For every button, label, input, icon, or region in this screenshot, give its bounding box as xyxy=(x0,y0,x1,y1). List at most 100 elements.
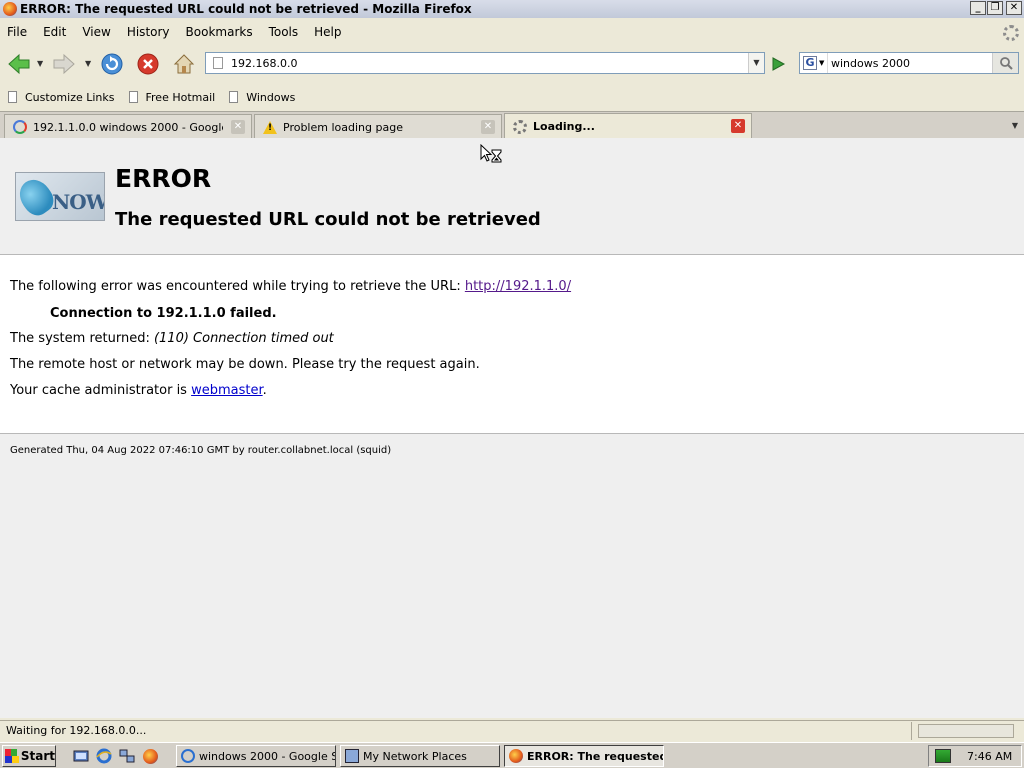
task-label: ERROR: The requested... xyxy=(527,749,663,763)
tab-label: 192.1.1.0.0 windows 2000 - Google S... xyxy=(33,120,223,134)
menu-tools[interactable]: Tools xyxy=(261,25,307,39)
bookmark-label: Free Hotmail xyxy=(145,90,216,104)
minimize-button[interactable]: _ xyxy=(970,1,986,15)
clock[interactable]: 7:46 AM xyxy=(967,750,1012,763)
bookmark-free-hotmail[interactable]: Free Hotmail xyxy=(128,90,216,104)
go-arrow-icon xyxy=(772,57,786,71)
cache-admin-line: Your cache administrator is webmaster. xyxy=(10,383,267,398)
window-titlebar[interactable]: ERROR: The requested URL could not be re… xyxy=(0,0,1024,18)
bookmark-customize-links[interactable]: Customize Links xyxy=(8,91,115,104)
stop-icon xyxy=(137,53,159,75)
warning-icon xyxy=(263,120,277,134)
back-arrow-icon xyxy=(8,53,30,75)
page-icon xyxy=(229,91,239,103)
home-icon xyxy=(173,54,195,74)
task-my-network-places[interactable]: My Network Places xyxy=(340,745,500,767)
menu-bookmarks[interactable]: Bookmarks xyxy=(178,25,261,39)
bookmark-windows[interactable]: Windows xyxy=(229,91,295,104)
stop-button[interactable] xyxy=(135,51,161,77)
menu-view[interactable]: View xyxy=(74,25,118,39)
task-label: My Network Places xyxy=(363,749,467,763)
page-icon xyxy=(8,91,17,103)
menu-history[interactable]: History xyxy=(119,25,178,39)
error-title: ERROR xyxy=(115,164,212,193)
navigation-toolbar: ▼ ▼ ▼ G ▼ xyxy=(0,45,1024,83)
error-header: NOW ERROR The requested URL could not be… xyxy=(0,138,1024,255)
magnifier-icon xyxy=(999,57,1013,70)
tab-problem-loading[interactable]: Problem loading page ✕ xyxy=(254,114,502,139)
forward-button[interactable] xyxy=(51,51,77,77)
system-returned-line: The system returned: (110) Connection ti… xyxy=(10,331,334,346)
generated-timestamp: Generated Thu, 04 Aug 2022 07:46:10 GMT … xyxy=(10,445,392,456)
search-button[interactable] xyxy=(992,53,1018,73)
network-connections-icon[interactable] xyxy=(118,747,136,765)
status-bar: Waiting for 192.168.0.0... xyxy=(0,720,1024,740)
forward-arrow-icon xyxy=(53,53,75,75)
tab-label: Loading... xyxy=(533,120,595,133)
menu-help[interactable]: Help xyxy=(306,25,349,39)
menu-bar: File Edit View History Bookmarks Tools H… xyxy=(0,22,1024,42)
search-input[interactable] xyxy=(828,56,988,70)
google-favicon-icon xyxy=(13,120,27,134)
google-engine-icon: G xyxy=(803,56,817,70)
back-button[interactable] xyxy=(6,51,32,77)
tab-google-search[interactable]: 192.1.1.0.0 windows 2000 - Google S... ✕ xyxy=(4,114,252,139)
search-engine-selector[interactable]: G ▼ xyxy=(800,53,828,73)
page-icon xyxy=(128,91,138,103)
squid-logo: NOW xyxy=(15,172,105,221)
forward-history-dropdown[interactable]: ▼ xyxy=(85,59,91,68)
page-icon xyxy=(213,57,223,69)
error-footer: Generated Thu, 04 Aug 2022 07:46:10 GMT … xyxy=(0,434,1024,718)
error-subtitle: The requested URL could not be retrieved xyxy=(115,209,541,230)
start-button[interactable]: Start xyxy=(2,745,56,767)
system-tray: 7:46 AM xyxy=(928,745,1022,767)
progress-meter xyxy=(918,723,1014,738)
restore-button[interactable]: ❐ xyxy=(987,1,1003,15)
windows-taskbar: Start windows 2000 - Google S... My Netw… xyxy=(0,742,1024,768)
network-places-icon xyxy=(345,749,359,763)
network-status-icon[interactable] xyxy=(935,749,951,763)
bookmark-label: Windows xyxy=(246,90,296,104)
system-returned-label: The system returned: xyxy=(10,331,154,346)
tab-loading[interactable]: Loading... ✕ xyxy=(504,113,752,139)
tab-close-button[interactable]: ✕ xyxy=(231,120,245,134)
status-text: Waiting for 192.168.0.0... xyxy=(0,721,912,740)
chevron-down-icon: ▼ xyxy=(819,59,825,67)
firefox-quicklaunch-icon[interactable] xyxy=(141,747,159,765)
page-content: NOW ERROR The requested URL could not be… xyxy=(0,138,1024,718)
menu-file[interactable]: File xyxy=(0,25,35,39)
webmaster-link[interactable]: webmaster xyxy=(191,383,263,398)
go-button[interactable] xyxy=(768,54,788,74)
failed-url-link[interactable]: http://192.1.1.0/ xyxy=(465,279,571,294)
description-text: The following error was encountered whil… xyxy=(10,279,465,294)
url-history-dropdown[interactable]: ▼ xyxy=(748,53,764,73)
task-firefox-error[interactable]: ERROR: The requested... xyxy=(504,745,664,767)
close-window-button[interactable]: ✕ xyxy=(1006,1,1022,15)
home-button[interactable] xyxy=(171,51,197,77)
connection-failed-message: Connection to 192.1.1.0 failed. xyxy=(50,306,277,321)
search-box[interactable]: G ▼ xyxy=(799,52,1019,74)
task-windows-2000-google[interactable]: windows 2000 - Google S... xyxy=(176,745,336,767)
internet-explorer-icon[interactable] xyxy=(95,747,113,765)
reload-button[interactable] xyxy=(99,51,125,77)
window-title: ERROR: The requested URL could not be re… xyxy=(20,2,472,16)
windows-logo-icon xyxy=(5,749,19,763)
back-history-dropdown[interactable]: ▼ xyxy=(37,59,43,68)
internet-explorer-icon xyxy=(181,749,195,763)
tab-list-dropdown[interactable]: ▼ xyxy=(1006,114,1024,138)
bookmarks-toolbar: Customize Links Free Hotmail Windows xyxy=(0,86,1024,108)
firefox-icon xyxy=(3,2,17,16)
show-desktop-icon[interactable] xyxy=(72,747,90,765)
tab-close-button[interactable]: ✕ xyxy=(481,120,495,134)
logo-text: NOW xyxy=(52,190,105,214)
task-label: windows 2000 - Google S... xyxy=(199,749,336,763)
error-description: The following error was encountered whil… xyxy=(10,279,571,294)
cache-admin-label: Your cache administrator is xyxy=(10,383,192,398)
menu-edit[interactable]: Edit xyxy=(35,25,74,39)
firefox-icon xyxy=(509,749,523,763)
url-input[interactable] xyxy=(231,56,731,70)
system-error-code: (110) Connection timed out xyxy=(153,331,334,346)
cache-admin-suffix: . xyxy=(262,383,267,398)
tab-close-button[interactable]: ✕ xyxy=(731,119,745,133)
address-bar[interactable]: ▼ xyxy=(205,52,765,74)
